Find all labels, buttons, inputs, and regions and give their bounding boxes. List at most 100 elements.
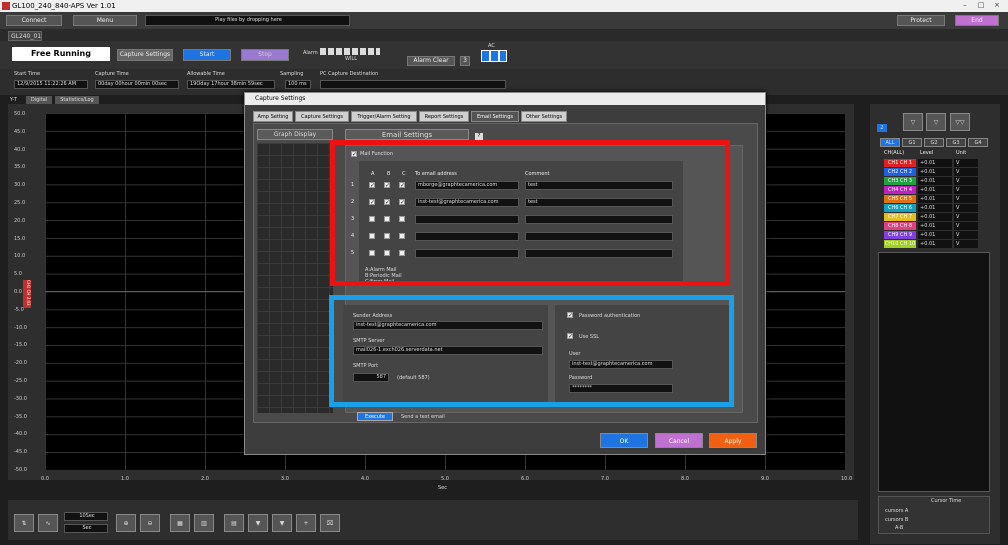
minimize-icon[interactable]: – [958, 0, 972, 10]
control-row: Free Running Capture Settings Start Stop… [0, 41, 1008, 69]
graph-preview [257, 143, 333, 413]
send-test-label: Send a test email [401, 414, 445, 420]
channel-unit: V [954, 195, 978, 203]
top-toolbar: Connect Menu Play files by dropping here… [0, 12, 1008, 29]
group-tab-g2[interactable]: G2 [924, 138, 944, 147]
group-tab-g4[interactable]: G4 [968, 138, 988, 147]
tab-email-settings[interactable]: Email Settings [471, 111, 519, 122]
channel-level: +0.01 [918, 231, 952, 239]
capture-marker-icon[interactable]: ▽ [903, 113, 923, 131]
view-tab-digital[interactable]: Digital [26, 96, 52, 104]
tab-trigger-alarm[interactable]: Trigger/Alarm Setting [351, 111, 417, 122]
channel-name: CH2 CH 2 [884, 168, 916, 176]
cursor-time-label: Cursor Time [931, 498, 962, 504]
tab-capture-settings[interactable]: Capture Settings [295, 111, 349, 122]
channel-row[interactable]: CH4 CH 4 +0.01 V [884, 186, 980, 194]
crosshair-icon[interactable]: + [296, 514, 316, 532]
channel-level: +0.01 [918, 213, 952, 221]
marker-a-icon[interactable]: ▼ [248, 514, 268, 532]
capture-settings-button[interactable]: Capture Settings [117, 49, 173, 61]
cursor-b-label: cursors B [885, 517, 909, 523]
connect-button[interactable]: Connect [6, 15, 62, 26]
split-icon[interactable]: ▦ [170, 514, 190, 532]
tab-device[interactable]: GL240_01 [8, 31, 42, 41]
execute-button[interactable]: Execute [357, 412, 393, 421]
y-tick-label: 5.0 [14, 271, 22, 278]
channel-row[interactable]: CH10 CH 10 +0.01 V [884, 240, 980, 248]
view-tab-yt[interactable]: Y-T [10, 97, 17, 103]
sampling-label: Sampling [280, 71, 304, 77]
time-div-value[interactable]: 10Sec [64, 512, 108, 521]
protect-button[interactable]: Protect [897, 15, 945, 26]
double-marker-icon[interactable]: ▽▽ [950, 113, 970, 131]
close-icon[interactable]: × [990, 0, 1004, 10]
tab-report-settings[interactable]: Report Settings [419, 111, 469, 122]
sampling-value[interactable]: 100 ms [285, 80, 311, 89]
cursor-a-label: cursors A [885, 508, 909, 514]
apply-button[interactable]: Apply [709, 433, 757, 448]
time-unit-select[interactable]: Sec [64, 524, 108, 533]
y-tick-label: 20.0 [14, 217, 26, 224]
view-tab-stats[interactable]: Statistics/Log [55, 96, 99, 104]
y-tick-label: -40.0 [14, 431, 27, 438]
end-button[interactable]: End [955, 15, 999, 26]
zoom-out-icon[interactable]: ⊖ [140, 514, 160, 532]
y-tick-label: -45.0 [14, 449, 27, 456]
channel-row[interactable]: CH6 CH 6 +0.01 V [884, 204, 980, 212]
stop-button[interactable]: Stop [241, 49, 289, 61]
channel-row[interactable]: CH8 CH 8 +0.01 V [884, 222, 980, 230]
y-tick-label: -5.0 [14, 306, 24, 313]
grid-icon[interactable]: ▥ [194, 514, 214, 532]
help-icon[interactable]: ? [475, 133, 483, 140]
group-tab-g3[interactable]: G3 [946, 138, 966, 147]
email-section-title: Email Settings [345, 129, 469, 140]
alarm-clear-button[interactable]: Alarm Clear [407, 56, 455, 66]
channel-unit: V [954, 240, 978, 248]
tab-other-settings[interactable]: Other Settings [521, 111, 567, 122]
alarm-label: Alarm [303, 50, 318, 56]
channel-unit: V [954, 159, 978, 167]
channel-unit: V [954, 204, 978, 212]
channel-name: CH6 CH 6 [884, 204, 916, 212]
channel-name: CH10 CH 10 [884, 240, 916, 248]
drop-zone[interactable]: Play files by dropping here [145, 15, 350, 26]
x-tick-label: 9.0 [761, 476, 769, 482]
display-icon[interactable]: ▤ [224, 514, 244, 532]
start-time-value: 12/9/2015 11:22:26 AM [14, 80, 88, 89]
maximize-icon[interactable]: □ [974, 0, 988, 10]
x-tick-label: 5.0 [441, 476, 449, 482]
trash-icon[interactable]: ⌧ [320, 514, 340, 532]
channel-list-empty [878, 252, 990, 492]
dialog-title: Capture Settings [245, 93, 765, 105]
y-tick-label: -15.0 [14, 342, 27, 349]
channel-level: +0.01 [918, 222, 952, 230]
allowable-time-label: Allowable Time [187, 71, 225, 77]
cancel-button[interactable]: Cancel [655, 433, 703, 448]
channel-unit: V [954, 186, 978, 194]
channel-row[interactable]: CH3 CH 3 +0.01 V [884, 177, 980, 185]
x-tick-label: 0.0 [41, 476, 49, 482]
channel-row[interactable]: CH5 CH 5 +0.01 V [884, 195, 980, 203]
capture-time-label: Capture Time [95, 71, 129, 77]
auto-scale-icon[interactable]: ⇅ [14, 514, 34, 532]
alarm-sub-label: WILL [345, 56, 357, 62]
group-tab-all[interactable]: ALL [880, 138, 900, 147]
group-tab-g1[interactable]: G1 [902, 138, 922, 147]
x-tick-label: 7.0 [601, 476, 609, 482]
graph-display-panel[interactable]: Graph Display [257, 129, 333, 140]
x-tick-label: 4.0 [361, 476, 369, 482]
menu-button[interactable]: Menu [73, 15, 137, 26]
x-tick-label: 8.0 [681, 476, 689, 482]
pc-dest-value[interactable] [320, 80, 506, 89]
tab-amp-setting[interactable]: Amp Setting [253, 111, 293, 122]
channel-row[interactable]: CH2 CH 2 +0.01 V [884, 168, 980, 176]
marker-b-icon[interactable]: ▼ [272, 514, 292, 532]
channel-row[interactable]: CH7 CH 7 +0.01 V [884, 213, 980, 221]
channel-row[interactable]: CH1 CH 1 +0.01 V [884, 159, 980, 167]
start-button[interactable]: Start [183, 49, 231, 61]
zoom-in-icon[interactable]: ⊕ [116, 514, 136, 532]
marker-icon[interactable]: ▽ [926, 113, 946, 131]
wave-icon[interactable]: ∿ [38, 514, 58, 532]
ok-button[interactable]: OK [600, 433, 648, 448]
channel-row[interactable]: CH9 CH 9 +0.01 V [884, 231, 980, 239]
